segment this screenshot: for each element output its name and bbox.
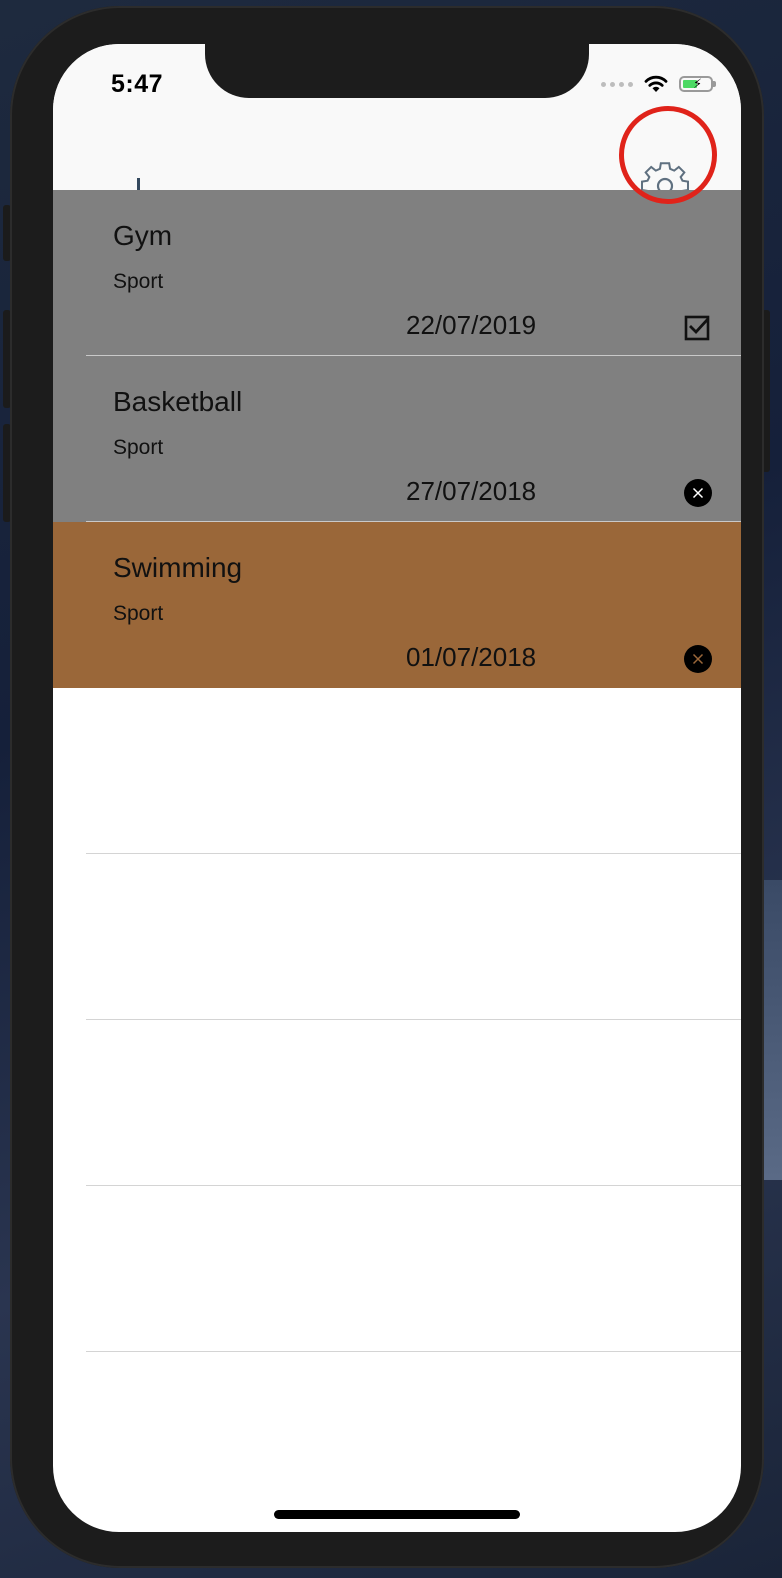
x-circle-icon: [684, 645, 712, 673]
notch: [205, 44, 589, 98]
status-time: 5:47: [111, 70, 164, 98]
list-item[interactable]: Swimming Sport 01/07/2018: [53, 522, 741, 688]
battery-icon: ⚡: [679, 76, 716, 92]
status-icons: ⚡: [601, 74, 716, 94]
empty-row: [53, 688, 741, 854]
row-separator: [86, 1351, 741, 1352]
item-category: Sport: [113, 270, 164, 293]
empty-row: [53, 854, 741, 1020]
cellular-signal-icon: [601, 81, 633, 87]
home-indicator[interactable]: [274, 1510, 520, 1519]
phone-screen: 5:47 ⚡ Gym Sport 22/07/2019 Basketball S…: [53, 44, 741, 1532]
item-date: 01/07/2018: [406, 642, 537, 672]
empty-row: [53, 1186, 741, 1352]
item-category: Sport: [113, 602, 164, 625]
list-item[interactable]: Gym Sport 22/07/2019: [53, 190, 741, 356]
item-category: Sport: [113, 436, 164, 459]
x-circle-icon: [684, 479, 712, 507]
item-title: Swimming: [113, 552, 243, 583]
item-title: Gym: [113, 220, 173, 251]
checkbox-checked-icon: [684, 315, 710, 341]
item-date: 22/07/2019: [406, 310, 537, 340]
empty-row: [53, 1020, 741, 1186]
task-list: Gym Sport 22/07/2019 Basketball Sport 27…: [53, 190, 741, 1352]
list-item[interactable]: Basketball Sport 27/07/2018: [53, 356, 741, 522]
item-title: Basketball: [113, 386, 243, 417]
phone-frame: 5:47 ⚡ Gym Sport 22/07/2019 Basketball S…: [10, 6, 764, 1568]
wifi-icon: [644, 75, 668, 92]
item-date: 27/07/2018: [406, 476, 537, 506]
